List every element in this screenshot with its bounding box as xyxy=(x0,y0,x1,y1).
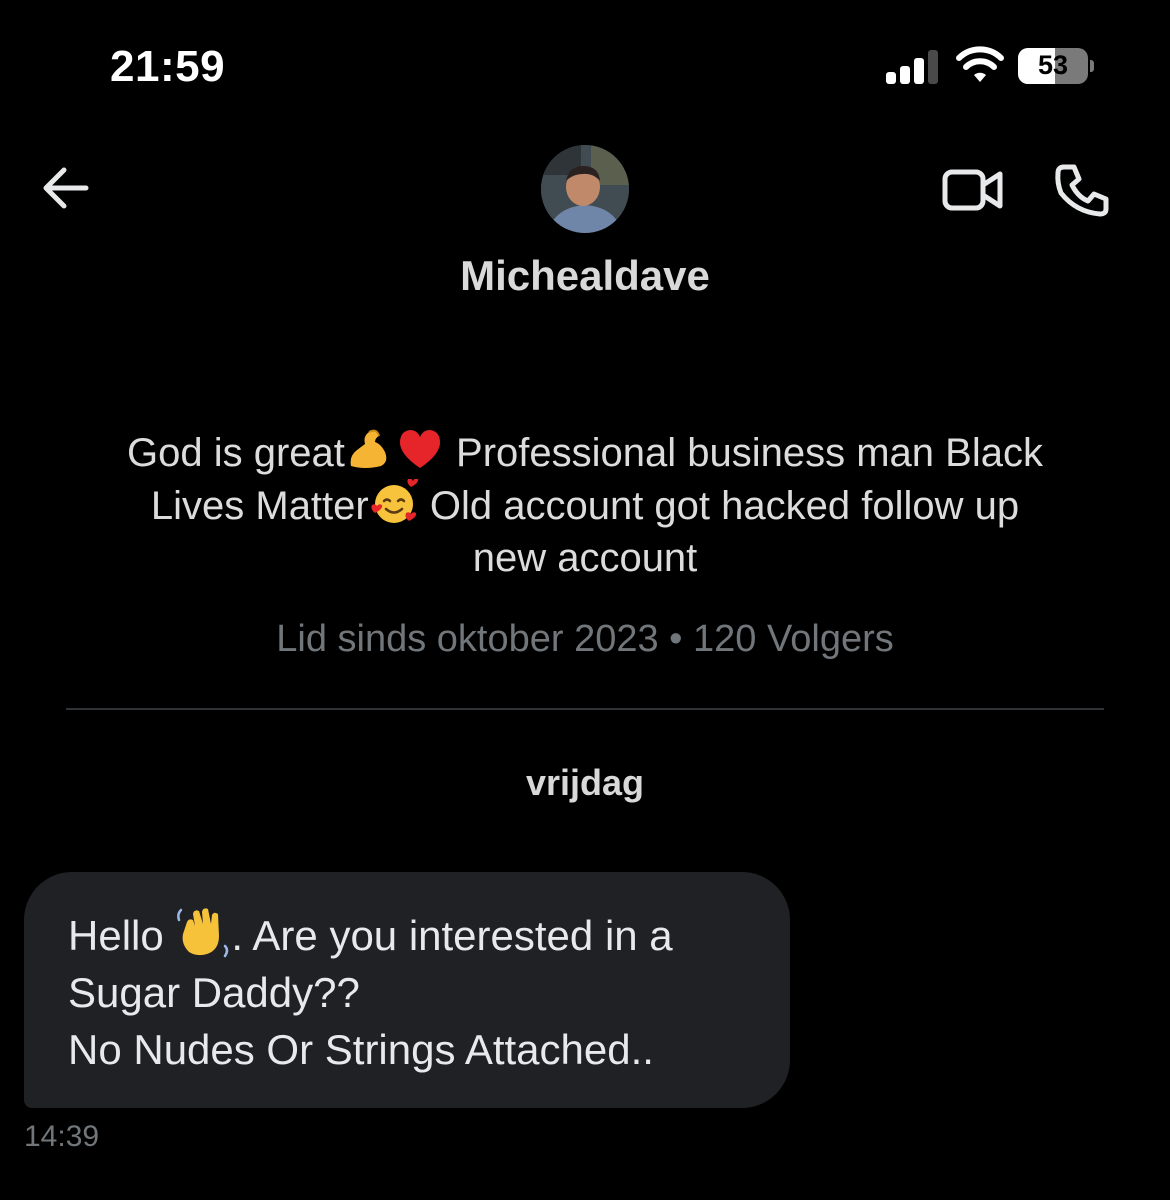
date-separator: vrijdag xyxy=(525,762,645,803)
message-text: Hello xyxy=(68,912,176,959)
arrow-left-icon xyxy=(43,167,89,209)
cellular-signal-icon xyxy=(886,50,940,84)
profile-bio: God is great Professional business man B… xyxy=(70,426,1100,584)
profile-display-name[interactable]: Michealdave xyxy=(0,252,1170,300)
message-line: Sugar Daddy?? xyxy=(68,969,360,1016)
video-camera-icon xyxy=(942,169,1003,211)
dm-screen: 21:59 53 Michealdave God is great Profes… xyxy=(0,0,1170,1200)
message-timestamp: 14:39 xyxy=(24,1120,100,1153)
status-time: 21:59 xyxy=(110,42,226,91)
battery-tip xyxy=(1090,60,1094,72)
bio-text: Professional business man Black xyxy=(444,431,1043,475)
voice-call-button[interactable] xyxy=(1054,163,1110,217)
red-heart-icon xyxy=(399,430,440,468)
smiling-face-with-hearts-icon xyxy=(371,479,418,523)
waving-hand-icon xyxy=(177,908,229,958)
battery-indicator: 53 xyxy=(1018,48,1088,84)
message-text: . Are you interested in a xyxy=(231,912,673,959)
battery-percentage: 53 xyxy=(1037,50,1069,80)
profile-photo xyxy=(541,145,629,233)
back-button[interactable] xyxy=(40,165,92,211)
video-call-button[interactable] xyxy=(942,165,1004,215)
divider xyxy=(66,708,1104,710)
profile-meta: Lid sinds oktober 2023 • 120 Volgers xyxy=(276,618,894,660)
message-line: Hello . Are you interested in a xyxy=(68,906,746,964)
bio-text: Old account got hacked follow up xyxy=(418,484,1020,528)
bio-line: Lives Matter Old account got hacked foll… xyxy=(70,479,1100,532)
bio-line: God is great Professional business man B… xyxy=(70,426,1100,479)
bio-line: new account xyxy=(472,536,698,580)
avatar[interactable] xyxy=(541,145,629,233)
flexed-biceps-icon xyxy=(350,429,387,468)
wifi-icon xyxy=(956,46,1004,82)
bio-text: Lives Matter xyxy=(150,484,369,528)
message-bubble[interactable]: Hello . Are you interested in a Sugar Da… xyxy=(24,872,790,1108)
bio-text: God is great xyxy=(127,431,345,475)
phone-icon xyxy=(1055,164,1109,217)
message-line: No Nudes Or Strings Attached.. xyxy=(68,1026,654,1073)
